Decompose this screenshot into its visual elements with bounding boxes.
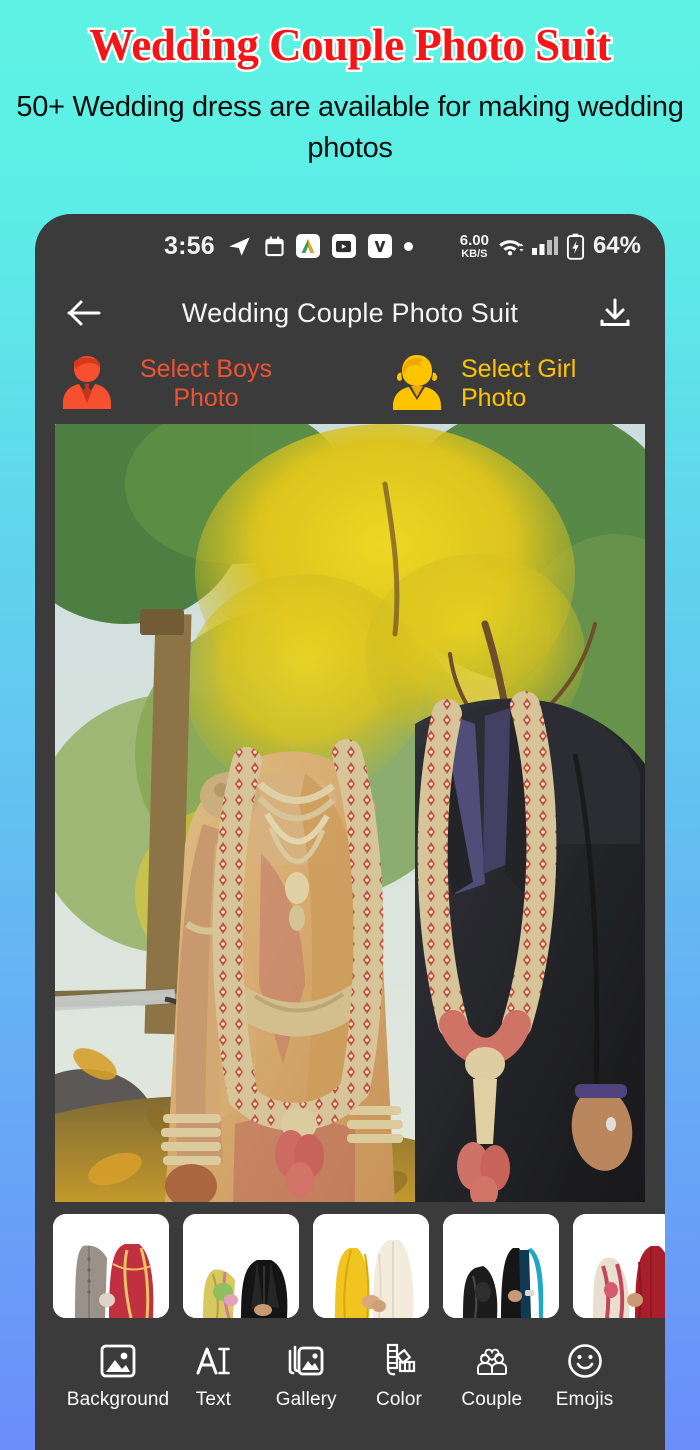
network-speed-value: 6.00 [459, 231, 489, 249]
thumb-black-saree-teal-kurta[interactable] [443, 1214, 559, 1318]
gallery-icon [287, 1340, 325, 1382]
status-bar: 3:56 6.00 KB/S 64% [35, 214, 665, 278]
toolbar-item-couple[interactable]: Couple [445, 1340, 538, 1411]
palette-icon [380, 1340, 418, 1382]
wifi-icon [496, 235, 524, 257]
toolbar-label-emojis: Emojis [555, 1389, 614, 1410]
couple-heart-icon [473, 1340, 511, 1382]
network-speed: 6.00 KB/S [460, 233, 489, 260]
thumb-red-saree-maroon-sherwani[interactable] [573, 1214, 665, 1318]
battery-percent-label: 64% [592, 232, 641, 259]
cellular-signal-icon [531, 235, 559, 257]
select-girl-photo-button[interactable]: Select Girl Photo [387, 353, 643, 416]
app-a-icon [295, 234, 320, 258]
thumb-sherwani-red-lehenga[interactable] [53, 1214, 169, 1318]
image-icon [99, 1340, 137, 1382]
smiley-icon [566, 1340, 604, 1382]
wedding-couple-photo[interactable] [55, 424, 645, 1202]
select-photo-row: Select Boys Photo Select Girl Photo [35, 348, 665, 420]
promo-header: Wedding Couple Photo Suit 50+ Wedding dr… [0, 0, 700, 170]
download-icon[interactable] [593, 291, 637, 335]
toolbar-label-color: Color [376, 1389, 422, 1410]
thumb-black-suit-floral[interactable] [183, 1214, 299, 1318]
select-boys-photo-label: Select Boys Photo [139, 354, 272, 413]
toolbar-label-text: Text [195, 1389, 232, 1410]
video-box-icon [331, 234, 356, 258]
calendar-icon [265, 236, 284, 257]
app-bar: Wedding Couple Photo Suit [35, 278, 665, 348]
battery-charging-icon [566, 233, 585, 260]
thumb-yellow-saree-cream-kurta[interactable] [313, 1214, 429, 1318]
outfit-thumbnail-strip[interactable] [35, 1202, 665, 1328]
toolbar-item-emojis[interactable]: Emojis [538, 1340, 631, 1411]
text-icon [194, 1340, 232, 1382]
app-bar-title: Wedding Couple Photo Suit [181, 297, 519, 328]
back-arrow-icon[interactable] [63, 291, 107, 335]
telegram-icon [227, 233, 253, 259]
bottom-toolbar: Background Text Gallery Color Couple Emo… [35, 1328, 665, 1411]
toolbar-label-gallery: Gallery [275, 1389, 337, 1410]
toolbar-label-couple: Couple [461, 1389, 523, 1410]
toolbar-item-text[interactable]: Text [167, 1340, 260, 1411]
dot-icon [403, 241, 413, 251]
status-time: 3:56 [164, 231, 215, 260]
v-app-icon [367, 234, 392, 258]
toolbar-item-gallery[interactable]: Gallery [260, 1340, 353, 1411]
network-speed-unit: KB/S [461, 247, 488, 260]
promo-subtitle: 50+ Wedding dress are available for maki… [16, 91, 684, 165]
toolbar-item-color[interactable]: Color [353, 1340, 446, 1411]
phone-screenshot-frame: 3:56 6.00 KB/S 64% Wedding Couple Photo … [35, 214, 665, 1450]
male-avatar-icon [57, 353, 117, 416]
select-boys-photo-button[interactable]: Select Boys Photo [57, 353, 387, 416]
toolbar-item-background[interactable]: Background [66, 1340, 170, 1411]
page-title: Wedding Couple Photo Suit [87, 19, 614, 72]
toolbar-label-background: Background [66, 1389, 170, 1410]
female-avatar-icon [387, 353, 447, 416]
select-girl-photo-label: Select Girl Photo [461, 355, 577, 412]
